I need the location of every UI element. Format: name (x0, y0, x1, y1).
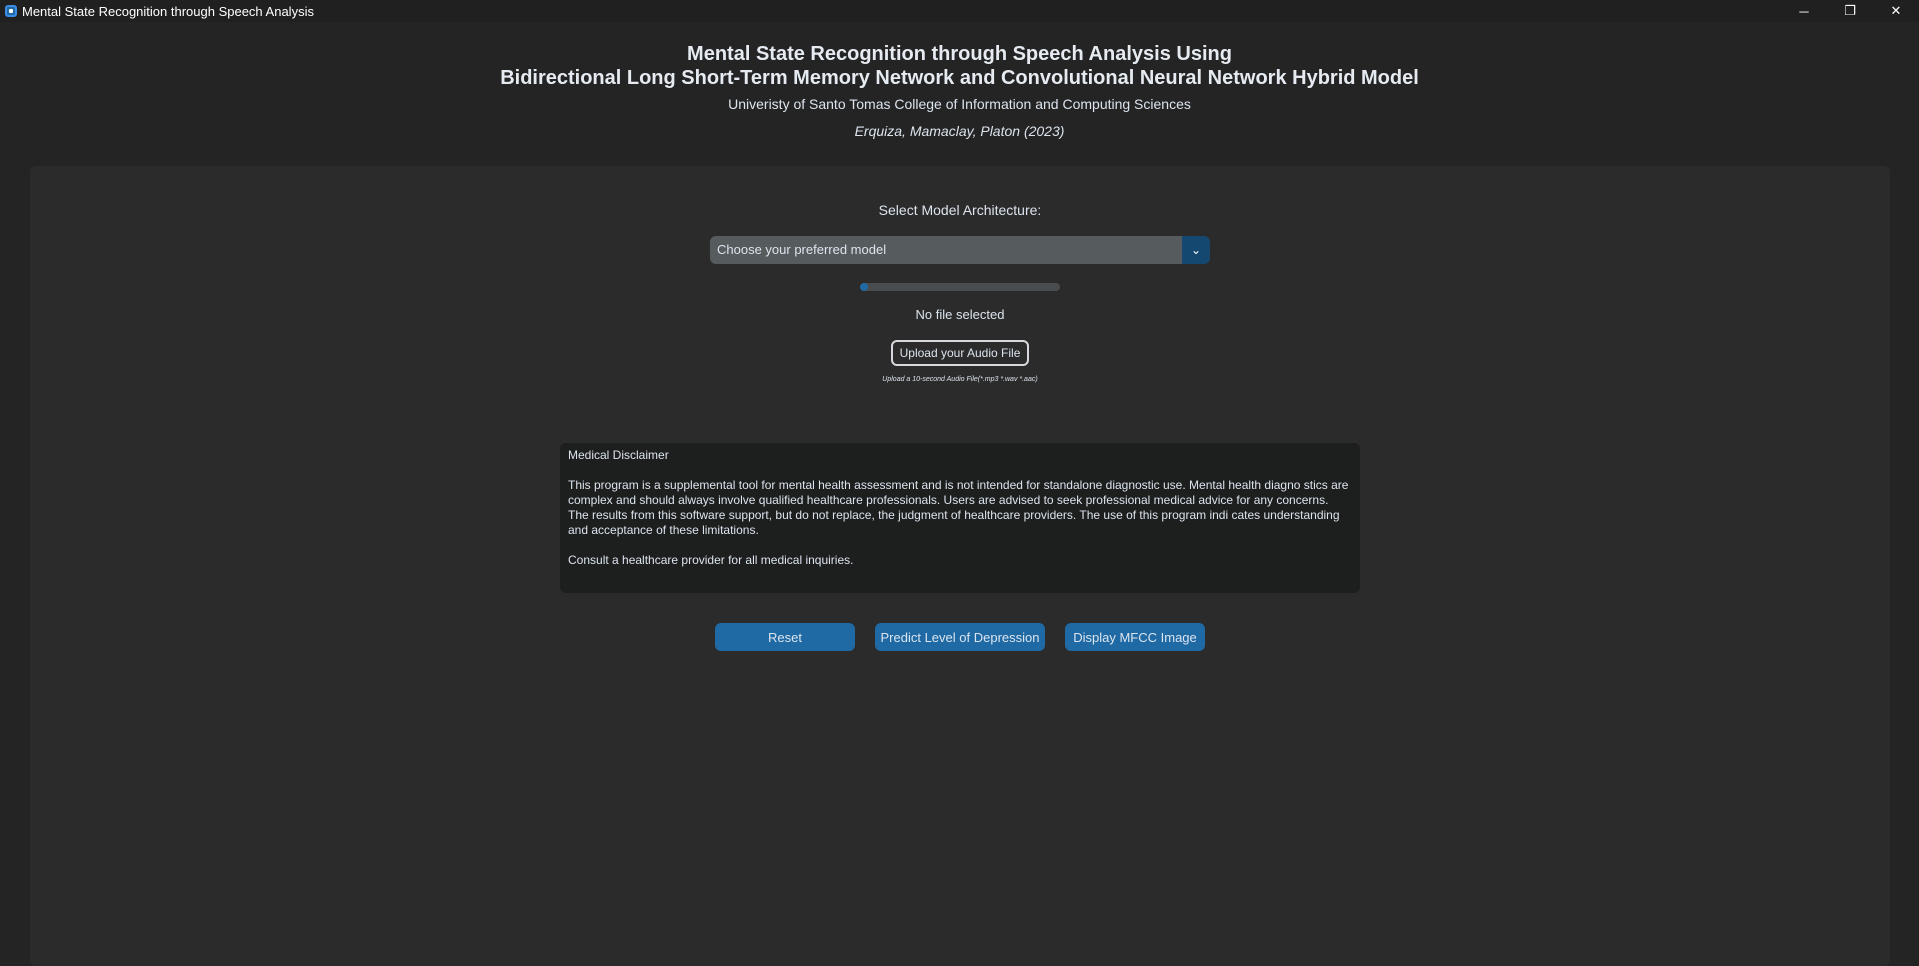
page-title-line1: Mental State Recognition through Speech … (687, 43, 1232, 65)
upload-audio-button[interactable]: Upload your Audio File (891, 340, 1029, 366)
reset-button[interactable]: Reset (715, 623, 855, 651)
restore-icon[interactable]: ❐ (1827, 0, 1873, 22)
title-bar: Mental State Recognition through Speech … (0, 0, 1919, 22)
medical-disclaimer-box: Medical Disclaimer This program is a sup… (560, 443, 1360, 593)
window-controls: ─ ❐ ✕ (1781, 0, 1919, 22)
action-buttons-row: Reset Predict Level of Depression Displa… (30, 623, 1890, 651)
model-select-label: Select Model Architecture: (878, 202, 1042, 218)
predict-depression-button[interactable]: Predict Level of Depression (875, 623, 1045, 651)
disclaimer-footer: Consult a healthcare provider for all me… (568, 553, 854, 567)
disclaimer-heading: Medical Disclaimer (568, 448, 669, 462)
model-combobox-value[interactable]: Choose your preferred model (710, 236, 1182, 264)
close-icon[interactable]: ✕ (1873, 0, 1919, 22)
file-status-text: No file selected (915, 307, 1005, 322)
window-title: Mental State Recognition through Speech … (22, 3, 314, 19)
upload-progress-bar (860, 283, 1060, 291)
display-mfcc-button[interactable]: Display MFCC Image (1065, 623, 1205, 651)
minimize-icon[interactable]: ─ (1781, 0, 1827, 22)
model-combobox[interactable]: Choose your preferred model ⌄ (710, 236, 1210, 264)
chevron-down-icon[interactable]: ⌄ (1182, 236, 1210, 264)
authors-line: Erquiza, Mamaclay, Platon (2023) (854, 123, 1065, 139)
university-subtitle: Univeristy of Santo Tomas College of Inf… (728, 96, 1191, 112)
disclaimer-body: This program is a supplemental tool for … (568, 478, 1349, 537)
app-icon (5, 5, 17, 17)
upload-progress-fill (860, 283, 868, 291)
page-header: Mental State Recognition through Speech … (0, 42, 1919, 139)
page-title-line2: Bidirectional Long Short-Term Memory Net… (500, 67, 1419, 89)
upload-hint-text: Upload a 10-second Audio File(*.mp3 *.wa… (882, 376, 1038, 383)
main-frame: Select Model Architecture: Choose your p… (30, 166, 1890, 966)
